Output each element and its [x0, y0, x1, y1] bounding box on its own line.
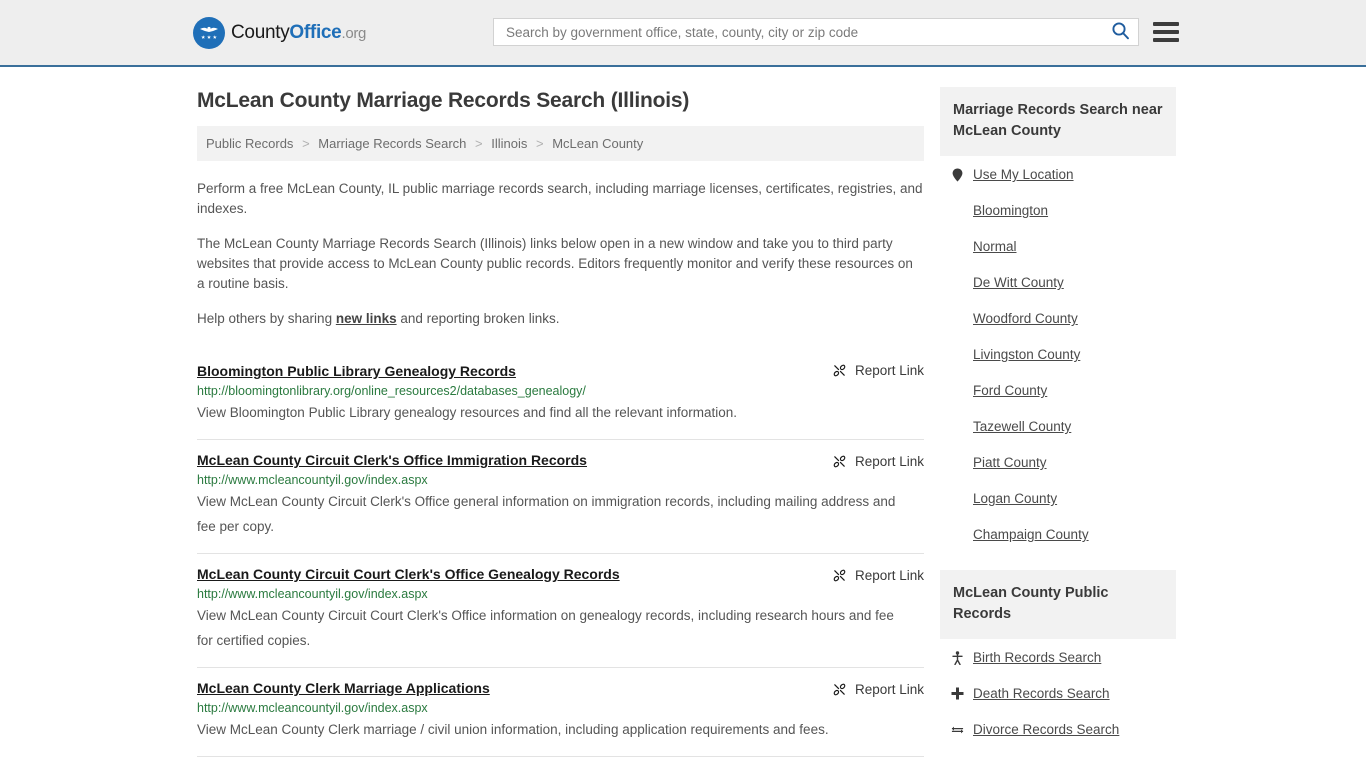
result-item: Bloomington Public Library Genealogy Rec…: [197, 349, 924, 439]
breadcrumb-separator: >: [302, 136, 310, 151]
sidebar-item-woodford-county[interactable]: Woodford County: [940, 300, 1176, 336]
intro-paragraph-2: The McLean County Marriage Records Searc…: [197, 236, 913, 291]
intro-p3-before: Help others by sharing: [197, 311, 336, 326]
intro-text: Perform a free McLean County, IL public …: [197, 179, 924, 329]
breadcrumb-item-public-records[interactable]: Public Records: [206, 136, 293, 151]
search-icon: [1111, 21, 1130, 43]
breadcrumb-separator: >: [536, 136, 544, 151]
split-arrows-icon: [951, 725, 964, 735]
sidebar: Marriage Records Search near McLean Coun…: [940, 67, 1176, 757]
sidebar-item-champaign-county[interactable]: Champaign County: [940, 516, 1176, 552]
result-item: McLean County Circuit Clerk's Office Imm…: [197, 439, 924, 553]
result-url: http://www.mcleancountyil.gov/index.aspx: [197, 701, 428, 715]
new-links-link[interactable]: new links: [336, 311, 397, 326]
search-input[interactable]: [504, 23, 1109, 41]
sidebar-nearby-heading: Marriage Records Search near McLean Coun…: [940, 87, 1176, 156]
result-item-divider: [197, 756, 924, 757]
unlink-icon: [832, 568, 847, 583]
result-url: http://www.mcleancountyil.gov/index.aspx: [197, 473, 428, 487]
sidebar-nearby-list: Use My Location Bloomington Normal De Wi…: [940, 156, 1176, 552]
sidebar-item-bloomington[interactable]: Bloomington: [940, 192, 1176, 228]
sidebar-link-label[interactable]: Bloomington: [973, 203, 1048, 218]
sidebar-link-label[interactable]: Logan County: [973, 491, 1057, 506]
sidebar-link-label[interactable]: Champaign County: [973, 527, 1089, 542]
result-title-link[interactable]: McLean County Clerk Marriage Application…: [197, 680, 490, 696]
logo-text-county: County: [231, 21, 290, 43]
logo-text-office: Office: [289, 21, 342, 43]
result-url: http://bloomingtonlibrary.org/online_res…: [197, 384, 586, 398]
sidebar-link-label[interactable]: Ford County: [973, 383, 1047, 398]
breadcrumb-item-mclean-county[interactable]: McLean County: [552, 136, 643, 151]
hamburger-menu-icon[interactable]: [1153, 22, 1179, 42]
sidebar-item-tazewell-county[interactable]: Tazewell County: [940, 408, 1176, 444]
result-description: View McLean County Clerk marriage / civi…: [197, 722, 829, 737]
page-title: McLean County Marriage Records Search (I…: [197, 89, 690, 112]
intro-paragraph-1: Perform a free McLean County, IL public …: [197, 181, 923, 216]
sidebar-link-label[interactable]: Livingston County: [973, 347, 1080, 362]
search-button[interactable]: [1109, 21, 1132, 43]
result-description: View Bloomington Public Library genealog…: [197, 405, 738, 420]
baby-icon: [951, 650, 964, 665]
result-title-link[interactable]: McLean County Circuit Court Clerk's Offi…: [197, 566, 620, 582]
sidebar-link-label[interactable]: Normal: [973, 239, 1017, 254]
sidebar-item-piatt-county[interactable]: Piatt County: [940, 444, 1176, 480]
unlink-icon: [832, 682, 847, 697]
result-description: View McLean County Circuit Court Clerk's…: [197, 608, 894, 648]
intro-p3-after: and reporting broken links.: [396, 311, 560, 326]
sidebar-link-label[interactable]: Tazewell County: [973, 419, 1071, 434]
breadcrumb-item-marriage-records-search[interactable]: Marriage Records Search: [318, 136, 466, 151]
sidebar-item-death-records-search[interactable]: Death Records Search: [940, 675, 1176, 711]
intro-paragraph-3: Help others by sharing new links and rep…: [197, 309, 924, 329]
sidebar-item-divorce-records-search[interactable]: Divorce Records Search: [940, 711, 1176, 747]
result-url: http://www.mcleancountyil.gov/index.aspx: [197, 587, 428, 601]
sidebar-link-label[interactable]: Woodford County: [973, 311, 1078, 326]
sidebar-item-ford-county[interactable]: Ford County: [940, 372, 1176, 408]
sidebar-item-logan-county[interactable]: Logan County: [940, 480, 1176, 516]
sidebar-link-label[interactable]: Death Records Search: [973, 686, 1110, 701]
logo-wordmark: CountyOffice.org: [231, 22, 366, 44]
result-title-link[interactable]: Bloomington Public Library Genealogy Rec…: [197, 363, 516, 379]
sidebar-link-label[interactable]: De Witt County: [973, 275, 1064, 290]
sidebar-item-livingston-county[interactable]: Livingston County: [940, 336, 1176, 372]
header-search-area: [493, 18, 1179, 46]
report-link-label: Report Link: [854, 363, 924, 378]
location-pin-icon: [951, 168, 964, 182]
main-content: McLean County Marriage Records Search (I…: [197, 67, 924, 757]
sidebar-item-birth-records-search[interactable]: Birth Records Search: [940, 639, 1176, 675]
search-box[interactable]: [493, 18, 1139, 46]
report-link-label: Report Link: [854, 454, 924, 469]
sidebar-link-label[interactable]: Use My Location: [973, 167, 1074, 182]
breadcrumb-separator: >: [475, 136, 483, 151]
sidebar-item-normal[interactable]: Normal: [940, 228, 1176, 264]
site-logo[interactable]: CountyOffice.org: [193, 16, 366, 49]
report-link-label: Report Link: [854, 682, 924, 697]
eagle-shield-icon: [193, 16, 225, 49]
page-body: McLean County Marriage Records Search (I…: [0, 67, 1366, 757]
sidebar-public-records-list: Birth Records Search Death Records Searc…: [940, 639, 1176, 747]
report-link-label: Report Link: [854, 568, 924, 583]
site-header: CountyOffice.org: [0, 0, 1366, 67]
report-link-button[interactable]: Report Link: [832, 682, 924, 697]
sidebar-link-label[interactable]: Divorce Records Search: [973, 722, 1119, 737]
sidebar-link-label[interactable]: Birth Records Search: [973, 650, 1101, 665]
cross-icon: [951, 687, 964, 700]
sidebar-public-records-heading: McLean County Public Records: [940, 570, 1176, 639]
result-item: McLean County Clerk Marriage Application…: [197, 667, 924, 756]
sidebar-item-de-witt-county[interactable]: De Witt County: [940, 264, 1176, 300]
report-link-button[interactable]: Report Link: [832, 363, 924, 378]
sidebar-item-use-my-location[interactable]: Use My Location: [940, 156, 1176, 192]
report-link-button[interactable]: Report Link: [832, 568, 924, 583]
report-link-button[interactable]: Report Link: [832, 454, 924, 469]
result-title-link[interactable]: McLean County Circuit Clerk's Office Imm…: [197, 452, 587, 468]
result-item: McLean County Circuit Court Clerk's Offi…: [197, 553, 924, 667]
result-description: View McLean County Circuit Clerk's Offic…: [197, 494, 896, 534]
logo-text-tld: .org: [341, 24, 367, 42]
breadcrumb: Public Records > Marriage Records Search…: [197, 126, 924, 161]
unlink-icon: [832, 454, 847, 469]
results-list: Bloomington Public Library Genealogy Rec…: [197, 349, 924, 757]
breadcrumb-item-illinois[interactable]: Illinois: [491, 136, 527, 151]
sidebar-link-label[interactable]: Piatt County: [973, 455, 1047, 470]
unlink-icon: [832, 363, 847, 378]
